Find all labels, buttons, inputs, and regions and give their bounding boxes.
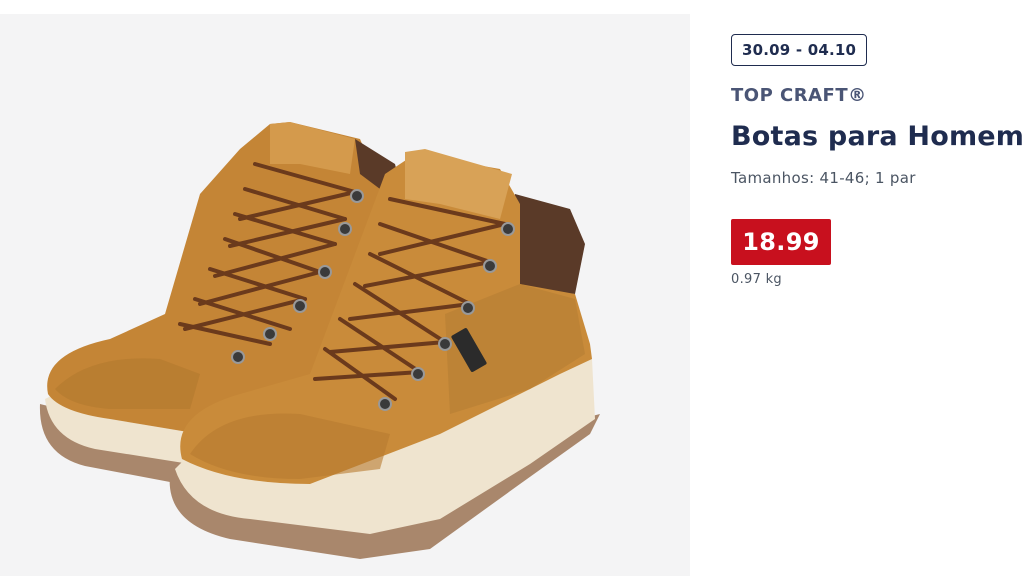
product-image-panel[interactable]	[0, 14, 690, 576]
product-subtitle: Tamanhos: 41-46; 1 par	[731, 169, 916, 187]
brand-name[interactable]: TOP CRAFT®	[731, 85, 867, 106]
price-tag: 18.99	[731, 219, 831, 265]
product-title[interactable]: Botas para Homem	[731, 121, 1024, 152]
unit-weight: 0.97 kg	[731, 272, 782, 287]
date-range-badge: 30.09 - 04.10	[731, 34, 868, 66]
boots-illustration	[39, 122, 600, 559]
